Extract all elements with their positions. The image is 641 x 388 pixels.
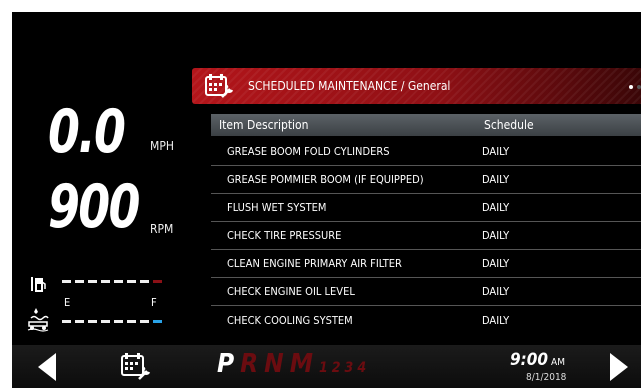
item-description: GREASE BOOM FOLD CYLINDERS: [227, 145, 390, 158]
tank-empty-label: E: [64, 296, 71, 309]
item-description: FLUSH WET SYSTEM: [227, 201, 327, 214]
table-row[interactable]: CLEAN ENGINE PRIMARY AIR FILTER DAILY: [211, 250, 641, 278]
item-schedule: DAILY: [482, 229, 510, 242]
fuel-segment: [88, 280, 97, 283]
fuel-segment: [75, 280, 84, 283]
page-dot-active: [629, 85, 633, 89]
fuel-segment: [101, 280, 110, 283]
item-description: CHECK ENGINE OIL LEVEL: [227, 285, 355, 298]
arrow-right-icon[interactable]: [610, 353, 628, 381]
calendar-wrench-icon: [205, 74, 234, 98]
water-segment: [140, 320, 149, 323]
speed-unit: MPH: [150, 139, 174, 153]
water-segment: [114, 320, 123, 323]
fuel-segment: [140, 280, 149, 283]
calendar-wrench-icon[interactable]: [120, 351, 152, 381]
bottom-bar: P R N M 1234 9:00 AM 8/1/2018: [12, 345, 641, 388]
clock-date: 8/1/2018: [526, 372, 567, 383]
rpm-unit: RPM: [150, 222, 174, 236]
table-row[interactable]: FLUSH WET SYSTEM DAILY: [211, 194, 641, 222]
item-schedule: DAILY: [482, 145, 510, 158]
fuel-segment: [114, 280, 123, 283]
item-schedule: DAILY: [482, 257, 510, 270]
table-header: Item Description Schedule: [211, 114, 641, 136]
clock: 9:00 AM: [510, 350, 565, 370]
water-tank-icon: [27, 308, 49, 332]
arrow-left-icon[interactable]: [38, 353, 56, 381]
maintenance-list: GREASE BOOM FOLD CYLINDERS DAILY GREASE …: [211, 138, 641, 334]
item-description: CHECK TIRE PRESSURE: [227, 229, 342, 242]
panel-title: SCHEDULED MAINTENANCE / General: [248, 79, 451, 93]
column-header-schedule: Schedule: [484, 118, 534, 132]
fuel-pump-icon: [31, 277, 46, 292]
table-row[interactable]: GREASE POMMIER BOOM (IF EQUIPPED) DAILY: [211, 166, 641, 194]
water-segment-full: [153, 320, 162, 323]
fuel-segment: [127, 280, 136, 283]
item-schedule: DAILY: [482, 313, 510, 327]
clock-ampm: AM: [551, 357, 565, 368]
water-segment: [75, 320, 84, 323]
table-row[interactable]: CHECK COOLING SYSTEM DAILY: [211, 306, 641, 334]
fuel-segment-full: [153, 280, 162, 283]
water-level-bar: [62, 320, 162, 323]
gear-indicator: P R N M 1234: [217, 349, 370, 379]
water-segment: [88, 320, 97, 323]
gear-manual: M: [289, 349, 314, 379]
table-row[interactable]: CHECK ENGINE OIL LEVEL DAILY: [211, 278, 641, 306]
gear-neutral: N: [264, 349, 284, 379]
item-description: GREASE POMMIER BOOM (IF EQUIPPED): [227, 173, 424, 186]
item-schedule: DAILY: [482, 201, 510, 214]
fuel-segment: [62, 280, 71, 283]
item-schedule: DAILY: [482, 173, 510, 186]
water-segment: [62, 320, 71, 323]
gear-reverse: R: [240, 349, 259, 379]
gear-numbers: 1234: [319, 360, 371, 376]
item-description: CLEAN ENGINE PRIMARY AIR FILTER: [227, 257, 402, 270]
page-dot: [637, 85, 641, 89]
item-description: CHECK COOLING SYSTEM: [227, 313, 353, 327]
maintenance-panel: SCHEDULED MAINTENANCE / General Item Des…: [192, 68, 641, 342]
tank-full-label: F: [151, 296, 157, 309]
clock-time: 9:00: [510, 350, 549, 370]
table-row[interactable]: GREASE BOOM FOLD CYLINDERS DAILY: [211, 138, 641, 166]
item-schedule: DAILY: [482, 285, 510, 298]
column-header-description: Item Description: [219, 118, 309, 132]
gear-park: P: [217, 349, 235, 379]
rpm-value: 900: [48, 172, 140, 242]
speed-value: 0.0: [48, 97, 126, 167]
water-segment: [101, 320, 110, 323]
display-screen: 0.0 MPH 900 RPM E F SCHEDULED MAINTENANC…: [12, 12, 641, 388]
fuel-level-bar: [62, 280, 162, 283]
table-row[interactable]: CHECK TIRE PRESSURE DAILY: [211, 222, 641, 250]
page-indicator: [629, 85, 641, 89]
water-segment: [127, 320, 136, 323]
panel-header: SCHEDULED MAINTENANCE / General: [192, 68, 641, 104]
